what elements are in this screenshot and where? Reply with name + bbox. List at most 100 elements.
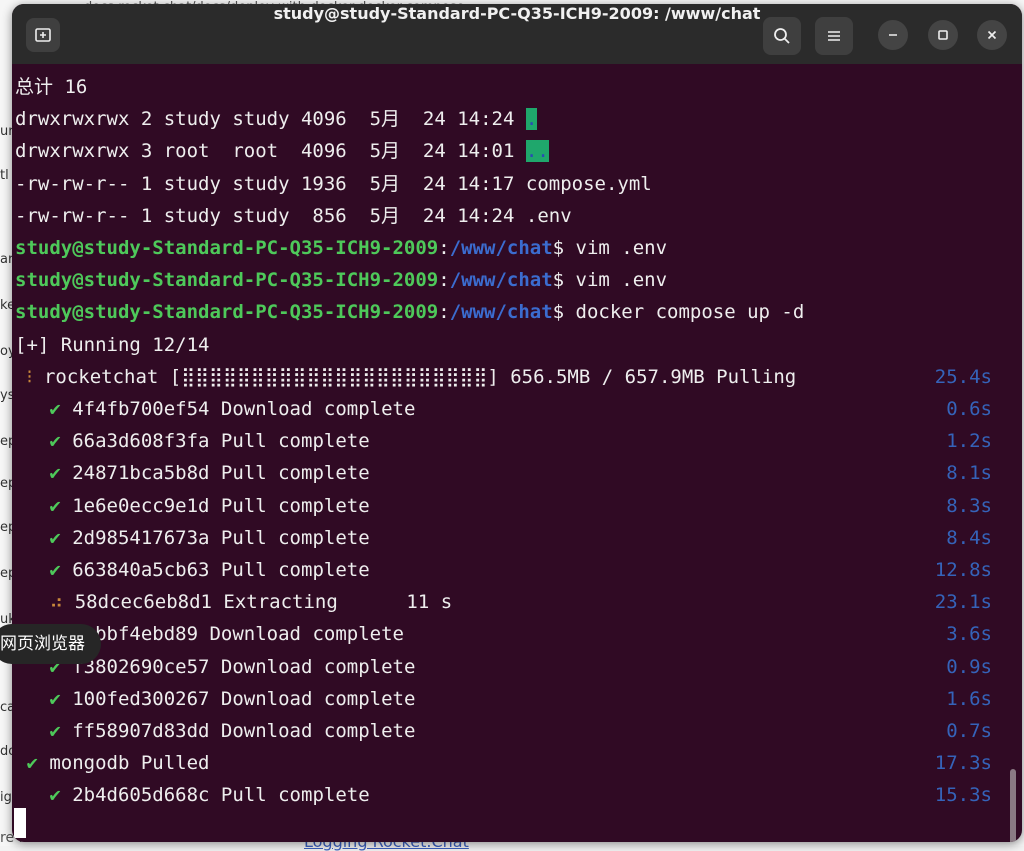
terminal-line: ⁝ rocketchat [⣿⣿⣿⣿⣿⣿⣿⣿⣿⣿⣿⣿⣿⣿⣿⣿⣿⣿⣿⣿⣿⣿] 65… <box>15 361 796 393</box>
prompt-path: /www/chat <box>449 269 553 292</box>
background-fragment: tl <box>0 168 9 183</box>
terminal-line: study@study-Standard-PC-Q35-ICH9-2009:/w… <box>15 296 804 328</box>
check-icon: ✔ <box>49 559 61 581</box>
terminal-line: ✔ 2b4d605d668c Pull complete <box>15 779 370 811</box>
terminal-line: ✔ 100fed300267 Download complete <box>15 683 415 715</box>
layer-status-text: f3802690ce57 Download complete <box>60 655 416 678</box>
elapsed-time: 0.9s <box>946 655 992 678</box>
check-icon: ✔ <box>49 494 61 517</box>
prompt-colon: : <box>438 269 450 292</box>
elapsed-time: 15.3s <box>934 784 992 807</box>
prompt-colon: : <box>438 237 450 259</box>
terminal-line: ⠴ 58dcec6eb8d1 Extracting 11 s <box>15 586 452 618</box>
tooltip-web-browser: 网页浏览器 <box>0 624 101 664</box>
terminal-line: ✔ 663840a5cb63 Pull complete <box>15 554 369 586</box>
search-icon <box>774 28 790 44</box>
progress-spinner-icon: ⠴ <box>49 591 64 614</box>
prompt-path: /www/chat <box>449 301 553 324</box>
prompt-command: $ vim .env <box>552 269 668 292</box>
terminal-line: -rw-rw-r-- 1 study study 1936 5月 24 14:1… <box>15 172 652 195</box>
terminal-line: drwxrwxrwx 2 study study 4096 5月 24 14:2… <box>15 103 538 135</box>
elapsed-time: 23.1s <box>934 591 992 614</box>
check-icon: ✔ <box>49 526 61 549</box>
layer-status-text: rocketchat [⣿⣿⣿⣿⣿⣿⣿⣿⣿⣿⣿⣿⣿⣿⣿⣿⣿⣿⣿⣿⣿⣿] 656.… <box>32 365 797 388</box>
elapsed-time: 12.8s <box>934 559 992 581</box>
layer-status-text: 2d985417673a Pull complete <box>60 526 370 549</box>
elapsed-time: 17.3s <box>934 752 992 775</box>
terminal-line: ✔ ff58907d83dd Download complete <box>15 715 415 747</box>
terminal-line: ✔ 4f4fb700ef54 Download complete <box>15 393 415 425</box>
elapsed-time: 1.2s <box>946 430 992 453</box>
layer-status-text: eebbf4ebd89 Download complete <box>60 623 404 646</box>
terminal-line: ✔ 2d985417673a Pull complete <box>15 522 370 554</box>
layer-status-text: 4f4fb700ef54 Download complete <box>60 398 416 420</box>
prompt-user: study@study-Standard-PC-Q35-ICH9-2009 <box>15 269 439 292</box>
terminal-line: 总计 16 <box>15 76 88 98</box>
directory-name: . <box>525 108 538 131</box>
background-fragment: ig <box>0 790 12 805</box>
layer-status-text: 58dcec6eb8d1 Extracting 11 s <box>63 591 453 614</box>
title-bar[interactable]: study@study-Standard-PC-Q35-ICH9-2009: /… <box>12 4 1022 64</box>
minimize-icon <box>889 34 897 36</box>
terminal-line: ✔ 66a3d608f3fa Pull complete <box>15 425 370 457</box>
check-icon: ✔ <box>49 430 61 453</box>
close-icon <box>987 30 997 40</box>
ls-entry-text: drwxrwxrwx 3 root root 4096 5月 24 14:01 <box>15 140 526 163</box>
layer-status-text: 2b4d605d668c Pull complete <box>60 784 370 807</box>
terminal-window[interactable]: study@study-Standard-PC-Q35-ICH9-2009: /… <box>12 4 1022 842</box>
elapsed-time: 1.6s <box>946 687 992 710</box>
terminal-line: ✔ 24871bca5b8d Pull complete <box>15 457 370 489</box>
minimize-button[interactable] <box>878 20 908 50</box>
check-icon: ✔ <box>49 784 61 807</box>
ls-entry-text: drwxrwxrwx 2 study study 4096 5月 24 14:2… <box>15 108 526 131</box>
menu-button[interactable] <box>815 17 853 55</box>
new-tab-icon <box>35 28 51 42</box>
check-icon: ✔ <box>49 462 61 485</box>
layer-status-text: 24871bca5b8d Pull complete <box>60 462 370 485</box>
prompt-command: $ docker compose up -d <box>552 301 805 324</box>
elapsed-time: 0.6s <box>946 398 992 420</box>
prompt-colon: : <box>438 301 450 324</box>
elapsed-time: 8.4s <box>946 526 992 549</box>
elapsed-time: 25.4s <box>934 365 992 388</box>
new-tab-button[interactable] <box>26 18 60 52</box>
terminal-line: ✔ mongodb Pulled <box>15 747 210 779</box>
check-icon: ✔ <box>49 720 61 742</box>
hamburger-menu-icon <box>828 31 840 41</box>
check-icon: ✔ <box>26 752 38 775</box>
layer-status-text: 1e6e0ecc9e1d Pull complete <box>60 494 370 517</box>
maximize-button[interactable] <box>928 20 958 50</box>
terminal-line: drwxrwxrwx 3 root root 4096 5月 24 14:01 … <box>15 135 549 167</box>
layer-status-text: mongodb Pulled <box>37 752 210 775</box>
terminal-scrollbar[interactable] <box>1010 769 1016 842</box>
prompt-user: study@study-Standard-PC-Q35-ICH9-2009 <box>15 237 439 259</box>
layer-status-text: 66a3d608f3fa Pull complete <box>60 430 370 453</box>
elapsed-time: 8.3s <box>946 494 992 517</box>
terminal-line: -rw-rw-r-- 1 study study 856 5月 24 14:24… <box>15 204 572 227</box>
terminal-line: [+] Running 12/14 <box>15 333 210 356</box>
elapsed-time: 3.6s <box>946 623 992 646</box>
terminal-cursor <box>14 808 26 838</box>
prompt-path: /www/chat <box>449 237 553 259</box>
close-button[interactable] <box>977 20 1007 50</box>
search-button[interactable] <box>763 17 801 55</box>
terminal-output[interactable]: 总计 16 drwxrwxrwx 2 study study 4096 5月 24… <box>12 64 1022 842</box>
elapsed-time: 0.7s <box>946 720 992 742</box>
prompt-command: $ vim .env <box>552 237 668 259</box>
prompt-user: study@study-Standard-PC-Q35-ICH9-2009 <box>15 301 439 324</box>
check-icon: ✔ <box>49 687 61 710</box>
maximize-icon <box>938 30 948 40</box>
elapsed-time: 8.1s <box>946 462 992 485</box>
window-title: study@study-Standard-PC-Q35-ICH9-2009: /… <box>273 4 761 23</box>
